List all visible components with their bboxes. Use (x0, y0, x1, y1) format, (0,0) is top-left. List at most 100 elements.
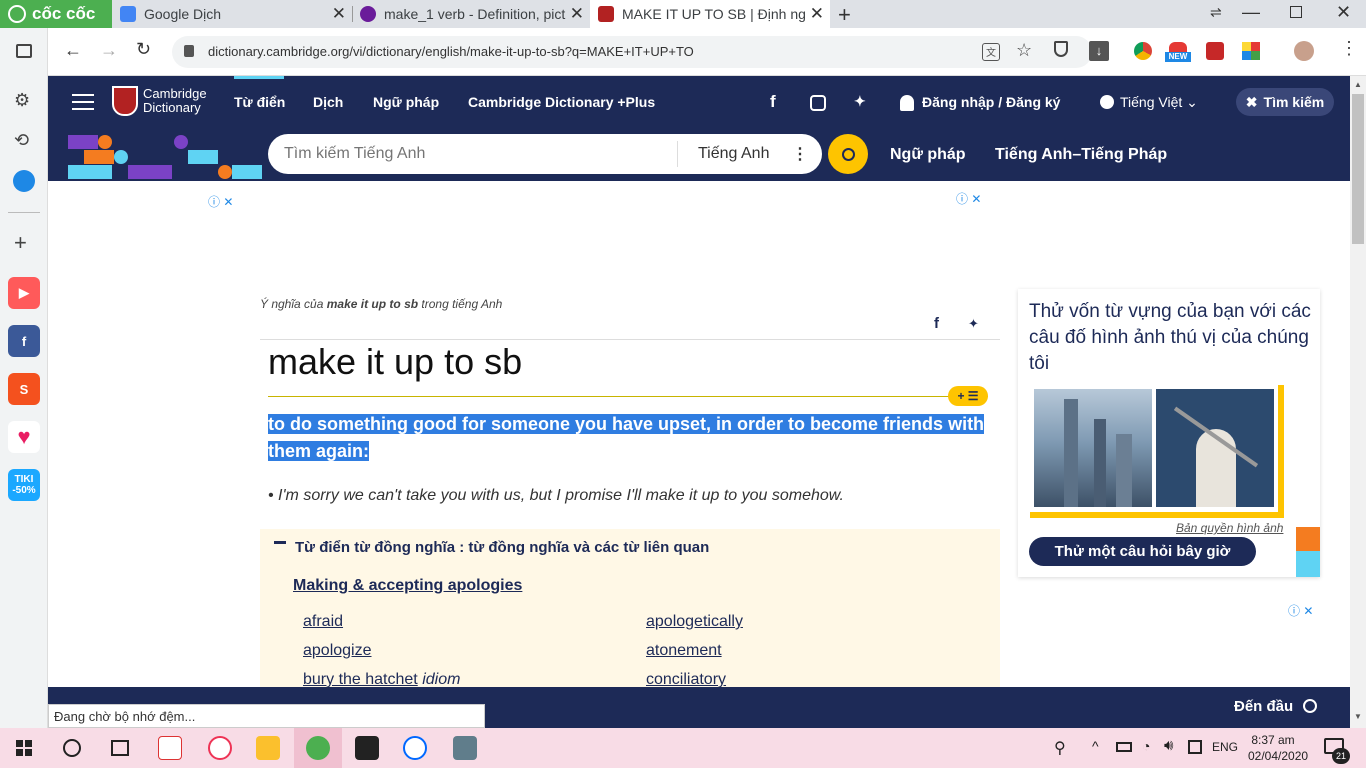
collapse-icon[interactable] (274, 541, 286, 544)
extension-chrome-icon[interactable] (1134, 42, 1152, 60)
messenger-icon[interactable] (13, 170, 35, 192)
language-selector[interactable]: Tiếng Việt ⌄ (1120, 94, 1198, 111)
scrollbar[interactable]: ▲ ▼ (1350, 76, 1366, 728)
tab-google-dich[interactable]: Google Dịch ✕ (112, 0, 352, 28)
sub-link-grammar[interactable]: Ngữ pháp (890, 146, 966, 164)
sub-link-eng-fr[interactable]: Tiếng Anh–Tiếng Pháp (995, 146, 1167, 164)
maximize-button[interactable] (1290, 6, 1302, 18)
tab-make1[interactable]: make_1 verb - Definition, pict ✕ (352, 0, 590, 28)
tiki-icon[interactable]: TIKI -50% (8, 469, 40, 501)
synonym-category[interactable]: Making & accepting apologies (293, 577, 522, 595)
shopee-icon[interactable]: S (8, 373, 40, 405)
task-view-icon[interactable] (111, 740, 129, 756)
volume-icon[interactable]: 🔊︎ (1164, 737, 1173, 754)
extension-grid-icon[interactable] (1242, 42, 1260, 60)
back-button[interactable]: ← (64, 40, 82, 61)
synonym-header[interactable]: Từ điển từ đồng nghĩa : từ đồng nghĩa và… (295, 539, 709, 556)
tab-search-icon[interactable]: ⇌ (1210, 4, 1222, 21)
list-item[interactable]: conciliatory (646, 665, 743, 687)
app-icon[interactable] (208, 736, 232, 760)
new-tab-button[interactable]: + (838, 2, 851, 28)
input-language[interactable]: ENG (1212, 740, 1238, 754)
login-link[interactable]: Đăng nhập / Đăng ký (922, 94, 1060, 110)
close-icon[interactable]: ✕ (810, 4, 824, 24)
zalo-icon[interactable] (403, 736, 427, 760)
site-logo[interactable]: Cambridge Dictionary (112, 86, 207, 116)
list-item[interactable]: afraid (303, 607, 460, 636)
people-icon[interactable]: ⚲ (1054, 738, 1066, 758)
scrollbar-thumb[interactable] (1352, 94, 1364, 244)
sidebar-toggle-icon[interactable] (16, 44, 32, 58)
ad-info-icon[interactable]: ⓘ ✕ (208, 193, 233, 210)
app-icon[interactable] (158, 736, 182, 760)
reload-button[interactable]: ↻ (136, 39, 151, 60)
synonym-link[interactable]: afraid (303, 613, 343, 630)
synonym-link[interactable]: apologize (303, 642, 372, 659)
history-icon[interactable]: ⟲ (14, 130, 29, 151)
chevron-up-icon[interactable]: ^ (1092, 738, 1099, 754)
synonym-link[interactable]: apologetically (646, 613, 743, 630)
more-options-icon[interactable]: ⋮ (792, 144, 808, 164)
wifi-icon[interactable]: ◔ (1142, 738, 1150, 754)
add-to-list-button[interactable]: + ☰ (948, 386, 988, 406)
facebook-icon[interactable]: f (770, 92, 776, 112)
profile-avatar[interactable] (1294, 41, 1314, 61)
search-toggle-button[interactable]: ✖ Tìm kiếm (1236, 88, 1334, 116)
quiz-image-city[interactable] (1034, 389, 1152, 507)
tab-cambridge[interactable]: MAKE IT UP TO SB | Định ngh ✕ (590, 0, 830, 28)
close-icon[interactable]: ✕ (570, 4, 584, 24)
share-facebook-icon[interactable]: f (934, 315, 939, 332)
nav-dictionary[interactable]: Từ điển (234, 94, 285, 110)
file-explorer-icon[interactable] (256, 736, 280, 760)
download-icon[interactable]: ↓ (1089, 41, 1109, 61)
close-icon[interactable]: ✕ (332, 4, 346, 24)
translate-icon[interactable]: 文 (982, 43, 1000, 61)
quiz-image-windmill[interactable] (1156, 389, 1274, 507)
search-lang-selector[interactable]: Tiếng Anh (698, 145, 769, 163)
ad-info-icon[interactable]: ⓘ ✕ (1288, 602, 1313, 619)
list-item[interactable]: bury the hatchet idiom (303, 665, 460, 687)
forward-button[interactable]: → (100, 40, 118, 61)
ad-info-icon[interactable]: ⓘ ✕ (956, 190, 981, 207)
minimize-button[interactable]: — (1242, 2, 1260, 23)
browser-logo[interactable]: cốc cốc (0, 0, 112, 28)
cortana-icon[interactable] (63, 739, 81, 757)
share-twitter-icon[interactable]: ✦ (968, 316, 979, 332)
extension-new-icon[interactable]: NEW (1165, 42, 1191, 64)
nav-plus[interactable]: Cambridge Dictionary +Plus (468, 94, 655, 110)
image-credit[interactable]: Bản quyền hình ảnh (1176, 521, 1283, 535)
clock[interactable]: 8:37 am 02/04/2020 (1248, 732, 1308, 764)
app-icon[interactable] (355, 736, 379, 760)
scroll-up-icon[interactable]: ▲ (1354, 80, 1362, 89)
nav-translate[interactable]: Dịch (313, 94, 343, 110)
url-text[interactable]: dictionary.cambridge.org/vi/dictionary/e… (208, 44, 694, 59)
back-to-top-link[interactable]: Đến đầu (1234, 698, 1318, 715)
synonym-link[interactable]: bury the hatchet (303, 671, 418, 687)
list-item[interactable]: apologize (303, 636, 460, 665)
search-button[interactable] (828, 134, 868, 174)
twitter-icon[interactable]: ✦ (854, 93, 866, 110)
menu-icon[interactable]: ⋮ (1340, 38, 1358, 59)
search-input[interactable] (284, 139, 664, 169)
list-item[interactable]: apologetically (646, 607, 743, 636)
close-window-button[interactable]: ✕ (1336, 2, 1351, 23)
battery-icon[interactable] (1116, 742, 1132, 752)
nav-grammar[interactable]: Ngữ pháp (373, 94, 439, 110)
scroll-down-icon[interactable]: ▼ (1354, 712, 1362, 721)
settings-icon[interactable]: ⚙ (14, 90, 30, 111)
synonym-link[interactable]: atonement (646, 642, 722, 659)
add-app-icon[interactable]: + (14, 230, 27, 256)
app-icon[interactable] (453, 736, 477, 760)
instagram-icon[interactable] (810, 95, 826, 111)
synonym-link[interactable]: conciliatory (646, 671, 726, 687)
quiz-button[interactable]: Thử một câu hỏi bây giờ (1029, 537, 1256, 566)
hamburger-menu-icon[interactable] (72, 94, 94, 110)
bookmark-star-icon[interactable]: ☆ (1016, 40, 1032, 61)
coccoc-taskbar-icon[interactable] (306, 736, 330, 760)
display-icon[interactable] (1188, 740, 1202, 754)
facebook-icon[interactable]: f (8, 325, 40, 357)
extension-red-icon[interactable] (1206, 42, 1224, 60)
windows-start-icon[interactable] (16, 740, 32, 756)
shield-icon[interactable] (1054, 41, 1068, 57)
list-item[interactable]: atonement (646, 636, 743, 665)
